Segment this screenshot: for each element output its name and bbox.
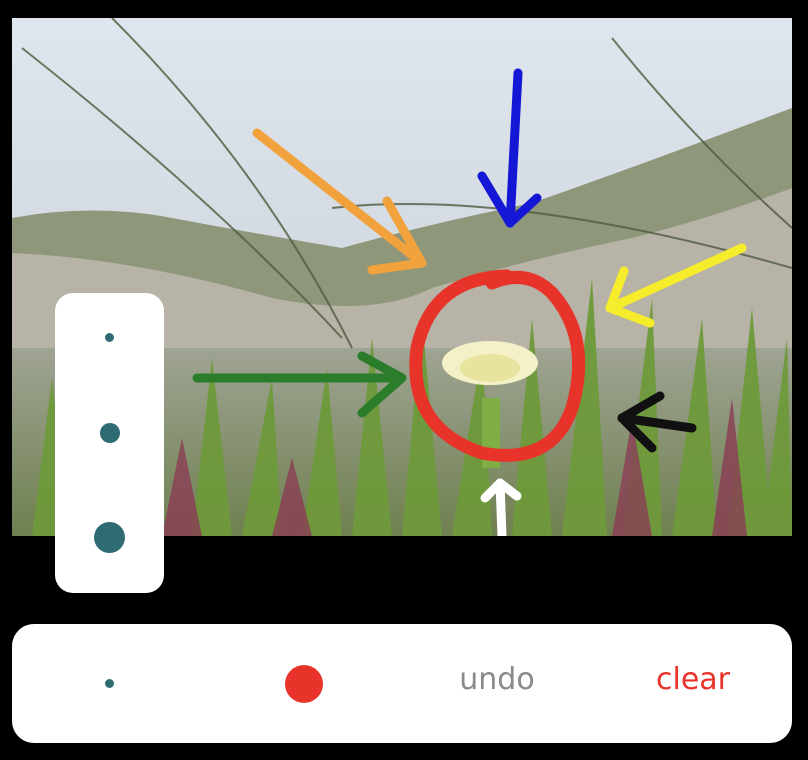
brush-size-large[interactable] (94, 522, 125, 553)
brush-size-medium[interactable] (100, 423, 120, 443)
clear-button[interactable]: clear (638, 662, 748, 697)
drawing-toolbar: undo clear (12, 624, 792, 743)
brush-size-button[interactable] (105, 679, 114, 688)
color-picker-button[interactable] (285, 665, 323, 703)
undo-button[interactable]: undo (442, 662, 552, 697)
brush-size-panel (55, 293, 164, 593)
brush-size-small[interactable] (105, 333, 114, 342)
